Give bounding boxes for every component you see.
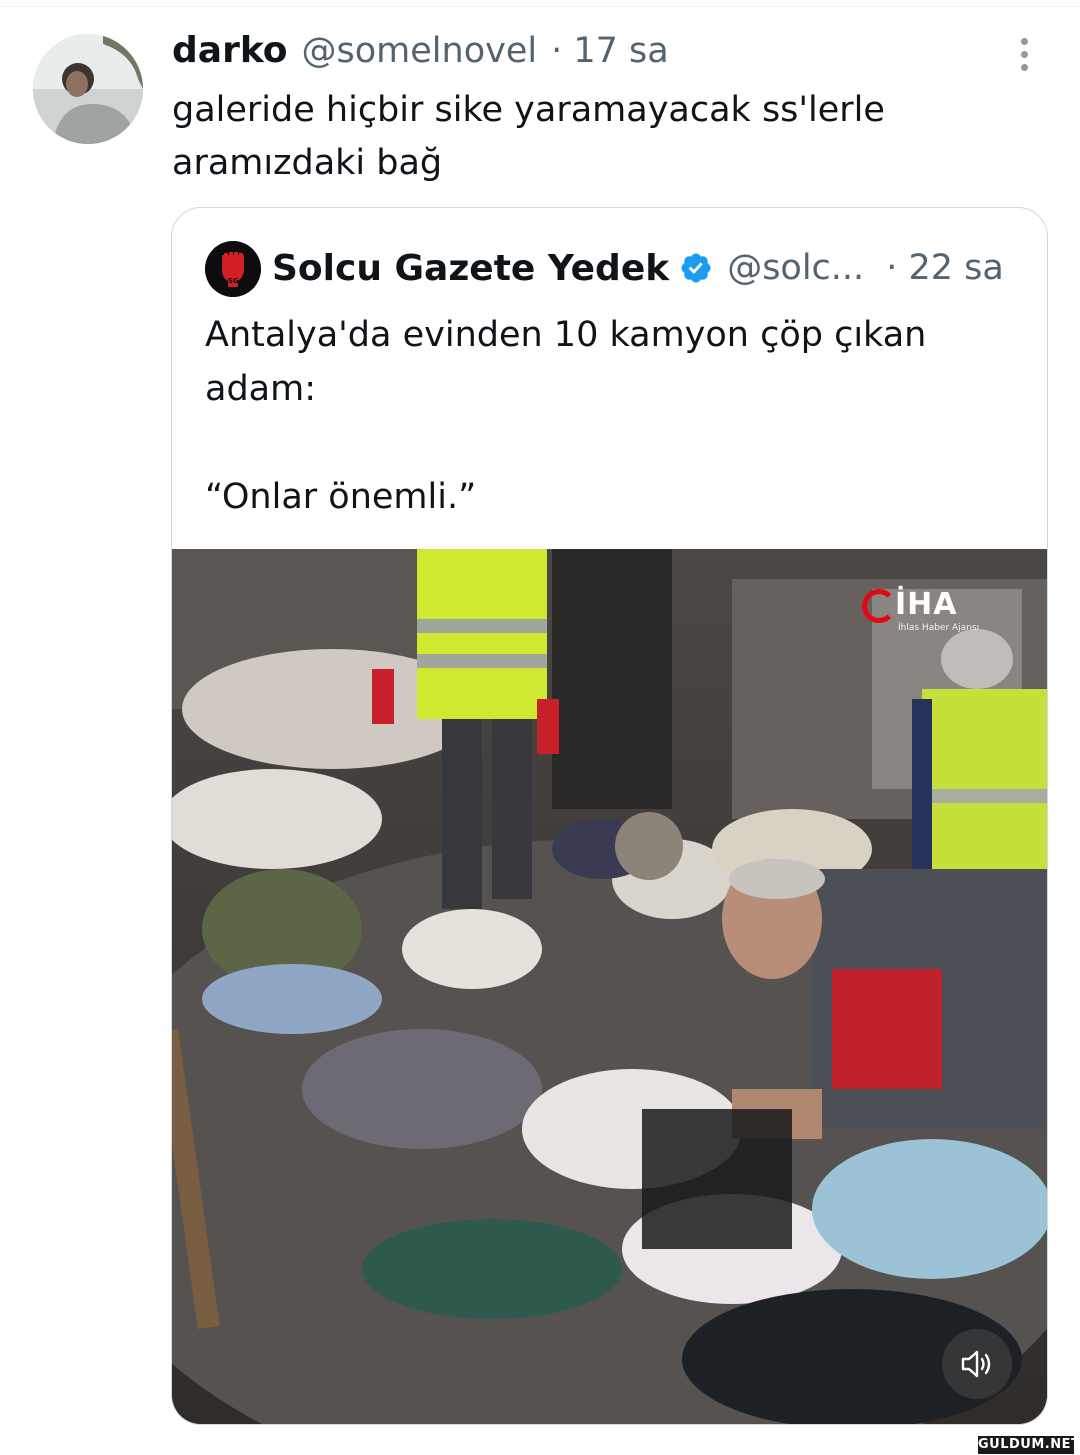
speaker-icon	[961, 1350, 991, 1378]
site-watermark: GULDUM.NET	[978, 1436, 1080, 1454]
fist-logo-icon: SG	[205, 241, 261, 297]
quoted-tweet-text: Antalya'da evinden 10 kamyon çöp çıkan a…	[205, 315, 927, 517]
iha-logo: İHA İhlas Haber Ajansı	[862, 585, 1022, 645]
author-name[interactable]: darko	[172, 30, 288, 71]
quoted-tweet-header: Solcu Gazete Yedek @solc... · 22 sa	[272, 240, 1004, 296]
top-divider	[0, 6, 1080, 7]
quoted-tweet-video[interactable]: İHA İhlas Haber Ajansı	[172, 549, 1047, 1424]
more-options-icon[interactable]	[1014, 38, 1034, 76]
iha-ring-icon	[862, 589, 896, 623]
verified-badge-icon	[681, 253, 711, 283]
quoted-author-name[interactable]: Solcu Gazete Yedek	[272, 248, 669, 289]
author-handle[interactable]: @somelnovel	[302, 31, 538, 71]
quoted-tweet-timestamp[interactable]: · 22 sa	[886, 248, 1004, 288]
avatar-badge: SG	[228, 277, 239, 285]
tweet-header: darko @somelnovel · 17 sa	[172, 30, 669, 76]
video-frame-image	[172, 549, 1047, 1424]
quoted-tweet-card[interactable]: SG Solcu Gazete Yedek @solc... · 22 sa A…	[171, 207, 1048, 1425]
mute-toggle-button[interactable]	[942, 1329, 1012, 1399]
tweet-text: galeride hiçbir sike yaramayacak ss'lerl…	[172, 90, 885, 183]
iha-logo-subtext: İhlas Haber Ajansı	[898, 623, 980, 633]
iha-logo-text: İHA	[895, 587, 958, 622]
quoted-author-handle[interactable]: @solc...	[727, 248, 864, 288]
tweet-timestamp[interactable]: · 17 sa	[551, 31, 669, 71]
author-avatar[interactable]	[33, 34, 143, 144]
quoted-author-avatar[interactable]: SG	[205, 241, 261, 297]
avatar-photo	[33, 34, 143, 144]
